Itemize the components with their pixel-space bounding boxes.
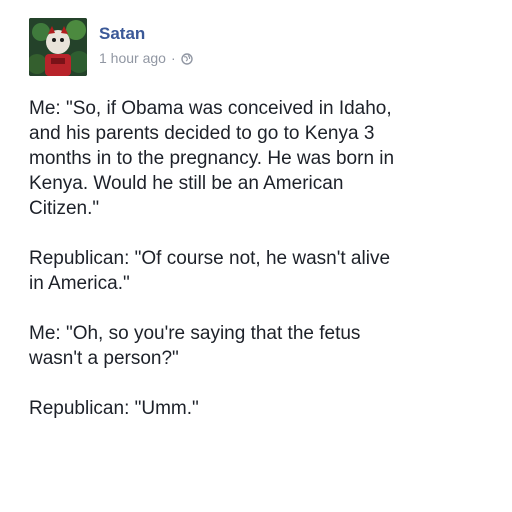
post-paragraph: Me: "So, if Obama was conceived in Idaho… [29,98,395,219]
post-paragraph: Republican: "Umm." [29,398,199,419]
post-body: Me: "So, if Obama was conceived in Idaho… [29,96,499,421]
post-timestamp[interactable]: 1 hour ago [99,50,166,66]
post-card: Satan 1 hour ago · Me: "So, if Obama was… [0,0,512,512]
avatar-image [29,18,87,76]
separator-dot: · [170,50,176,66]
post-subline: 1 hour ago · [99,50,193,66]
author-name[interactable]: Satan [99,24,193,44]
post-meta: Satan 1 hour ago · [99,18,193,66]
post-header: Satan 1 hour ago · [29,18,193,76]
post-paragraph: Me: "Oh, so you're saying that the fetus… [29,323,361,369]
post-paragraph: Republican: "Of course not, he wasn't al… [29,248,391,294]
avatar[interactable] [29,18,87,76]
globe-icon [180,52,193,65]
